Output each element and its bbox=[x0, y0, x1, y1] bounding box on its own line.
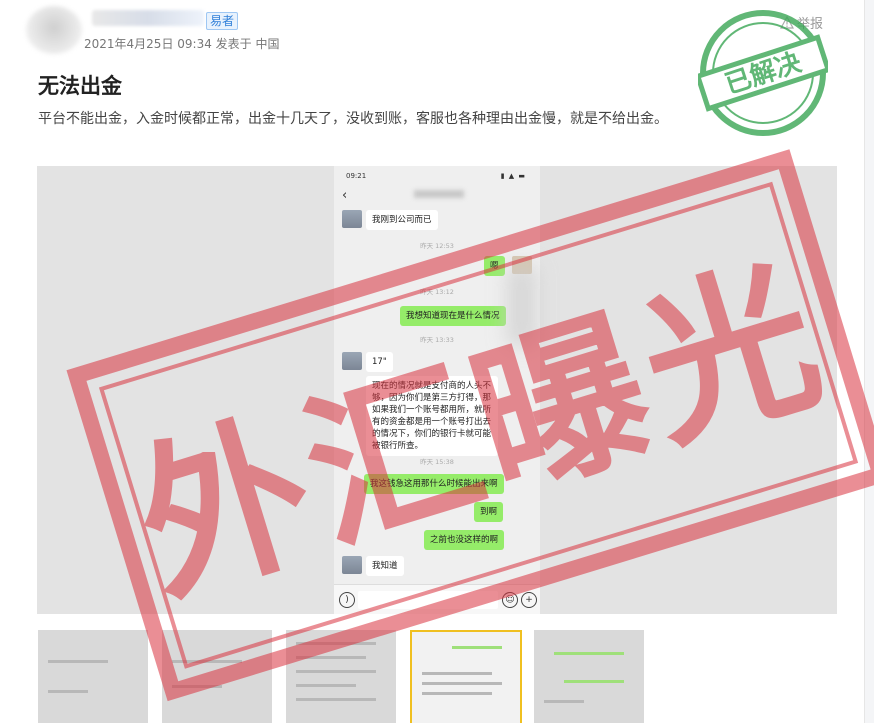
post-body: 平台不能出金，入金时候都正常，出金十几天了，没收到账，客服也各种理由出金慢，就是… bbox=[38, 111, 668, 127]
resolved-stamp: 已解决 bbox=[698, 10, 828, 136]
user-tag: 易者 bbox=[206, 12, 239, 30]
thumbnail-3[interactable] bbox=[286, 630, 396, 723]
thumbnail-1[interactable] bbox=[38, 630, 148, 723]
chat-message: 我刚到公司而已 bbox=[366, 210, 438, 230]
emoji-icon: ☺ bbox=[502, 592, 518, 608]
thumbnail-2[interactable] bbox=[162, 630, 272, 723]
post-meta: 2021年4月25日 09:34 发表于 中国 bbox=[84, 37, 280, 51]
attached-screenshot[interactable]: 09:21 ▮ ▲ ▬ ‹ 我刚到公司而已 昨天 12:53 嗯 昨天 13:1… bbox=[37, 166, 837, 614]
chat-timestamp: 昨天 15:38 bbox=[420, 458, 454, 466]
contact-avatar bbox=[342, 210, 362, 228]
chat-screenshot: 09:21 ▮ ▲ ▬ ‹ 我刚到公司而已 昨天 12:53 嗯 昨天 13:1… bbox=[334, 166, 540, 614]
plus-icon: + bbox=[521, 592, 537, 608]
chat-message: 现在的情况就是支付商的人头不够，因为你们是第三方打得，那如果我们一个账号都用所，… bbox=[366, 376, 498, 456]
contact-avatar bbox=[342, 352, 362, 370]
thumbnail-5[interactable] bbox=[534, 630, 644, 723]
username-blurred[interactable] bbox=[92, 10, 204, 26]
chat-message: 我知道 bbox=[366, 556, 404, 576]
chat-input bbox=[358, 591, 498, 609]
avatar[interactable] bbox=[26, 6, 82, 54]
voice-message: 17" bbox=[366, 352, 393, 372]
chat-input-bar: ) ☺ + bbox=[334, 584, 540, 614]
back-arrow-icon: ‹ bbox=[342, 188, 348, 203]
chat-contact-blurred bbox=[414, 190, 464, 198]
status-time: 09:21 bbox=[346, 172, 367, 180]
thumbnail-4-selected[interactable] bbox=[410, 630, 522, 723]
chat-message: 之前也没这样的啊 bbox=[424, 530, 505, 550]
chat-timestamp: 昨天 12:53 bbox=[420, 242, 454, 250]
chat-message: 到啊 bbox=[474, 502, 504, 522]
status-icons: ▮ ▲ ▬ bbox=[500, 172, 526, 180]
post-title: 无法出金 bbox=[38, 74, 122, 98]
chat-message: 我想知道现在是什么情况 bbox=[400, 306, 506, 326]
blurred-area bbox=[507, 266, 537, 346]
contact-avatar bbox=[342, 556, 362, 574]
chat-message: 嗯 bbox=[484, 256, 505, 276]
chat-message: 我这钱急这用那什么时候能出来啊 bbox=[364, 474, 504, 494]
voice-icon: ) bbox=[339, 592, 355, 608]
